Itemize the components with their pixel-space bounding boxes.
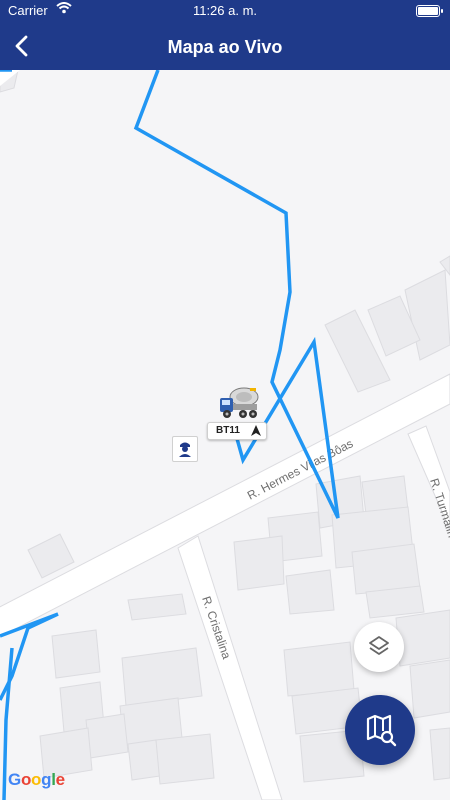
google-logo: Google (8, 770, 65, 790)
google-logo-letter: G (8, 770, 21, 789)
app-header: Carrier 11:26 a. m. Mapa ao Vivo (0, 0, 450, 70)
status-bar: Carrier 11:26 a. m. (0, 0, 450, 22)
layers-icon (369, 636, 389, 655)
vehicle-badge[interactable]: BT11 (207, 422, 267, 440)
concrete-mixer-truck-icon[interactable] (217, 382, 263, 422)
google-logo-letter: e (55, 770, 65, 789)
page-title: Mapa ao Vivo (167, 37, 283, 57)
google-logo-letter: o (20, 770, 32, 789)
driver-icon (179, 442, 191, 457)
navigation-arrow-icon (251, 425, 261, 436)
google-logo-letter: g (41, 770, 52, 789)
status-time: 11:26 a. m. (192, 3, 258, 18)
map-search-button[interactable] (345, 695, 415, 765)
layers-button[interactable] (354, 622, 404, 672)
google-logo-letter: o (31, 770, 42, 789)
battery-icon (416, 5, 443, 17)
vehicle-label: BT11 (216, 425, 240, 436)
driver-marker[interactable] (172, 436, 198, 462)
map-search-icon (366, 714, 397, 747)
